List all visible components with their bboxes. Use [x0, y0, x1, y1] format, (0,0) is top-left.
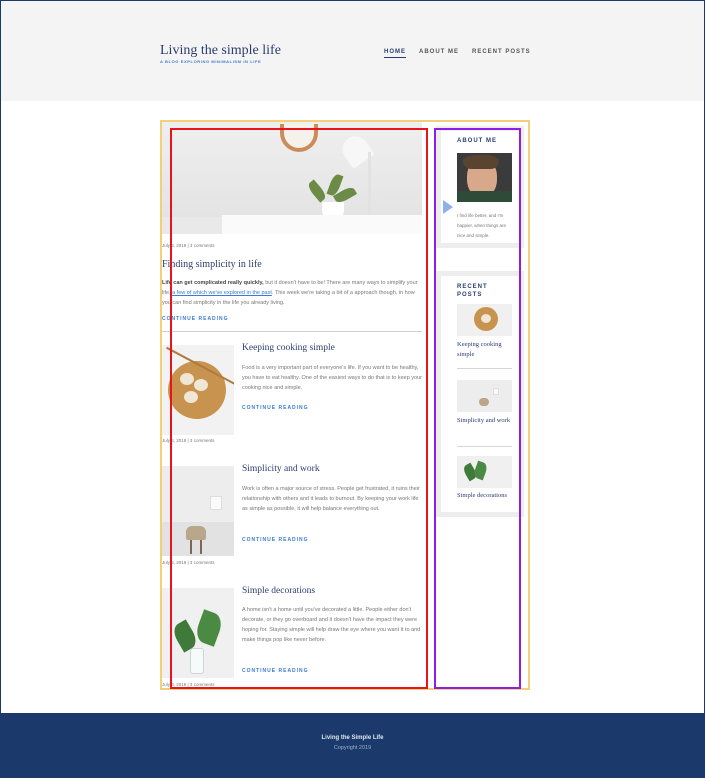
site-title[interactable]: Living the simple life	[160, 43, 281, 59]
nav-about-me[interactable]: ABOUT ME	[419, 49, 459, 58]
site-header: Living the simple life A BLOG EXPLORING …	[1, 1, 704, 101]
annotation-box-sidebar	[434, 128, 521, 689]
nav-home[interactable]: HOME	[384, 49, 406, 58]
site-tagline: A BLOG EXPLORING MINIMALISM IN LIFE	[160, 59, 262, 64]
footer-copyright: Copyright 2019	[333, 745, 372, 751]
site-footer: Living the Simple Life Copyright 2019	[1, 713, 704, 777]
footer-title: Living the Simple Life	[321, 735, 384, 741]
annotation-box-main	[170, 128, 428, 689]
main-nav: HOME ABOUT ME RECENT POSTS	[384, 49, 531, 58]
nav-recent-posts[interactable]: RECENT POSTS	[472, 49, 531, 58]
